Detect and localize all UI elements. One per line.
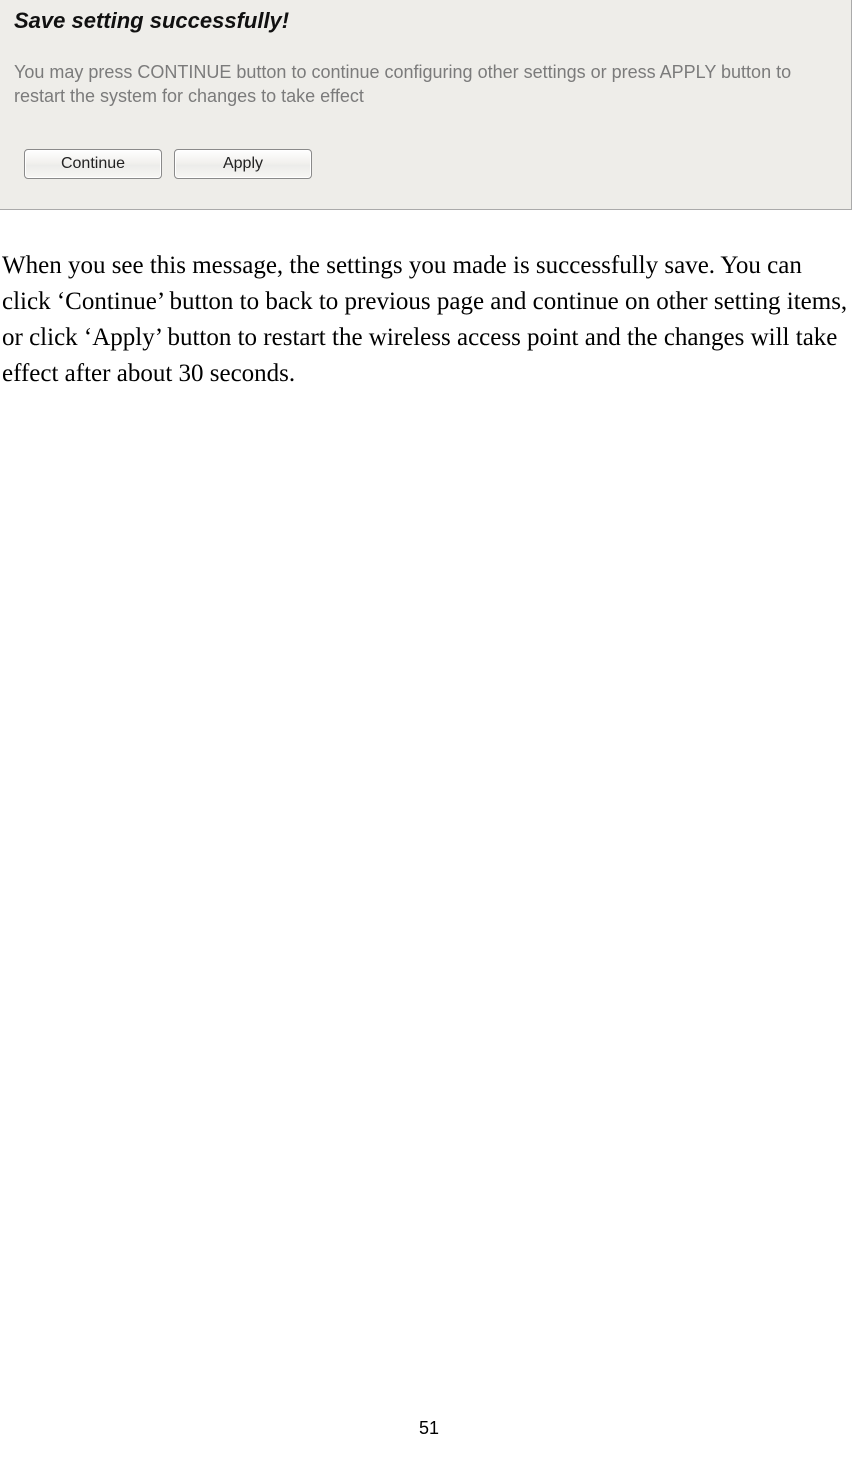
continue-button[interactable]: Continue	[24, 149, 162, 179]
button-row: Continue Apply	[24, 149, 837, 179]
page-number: 51	[0, 1418, 858, 1439]
apply-button[interactable]: Apply	[174, 149, 312, 179]
dialog-title: Save setting successfully!	[14, 8, 837, 34]
dialog-note: You may press CONTINUE button to continu…	[14, 60, 837, 109]
explanation-paragraph: When you see this message, the settings …	[0, 244, 854, 393]
save-settings-dialog: Save setting successfully! You may press…	[0, 0, 852, 210]
